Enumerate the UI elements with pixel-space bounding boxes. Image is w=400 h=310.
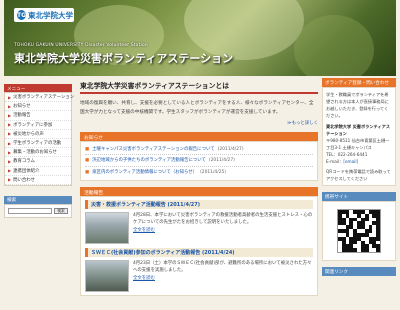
report-item: 災害・救援ボランティア活動報告 (2011/4/27) 4月28日、本学において…	[85, 199, 313, 244]
arrow-icon: ▶	[8, 112, 12, 118]
org-phone: TEL：022-264-6441	[326, 152, 368, 157]
email-label: E-mail：	[326, 159, 344, 164]
nav-heading: メニュー	[4, 84, 72, 92]
sidebar-nav: ▶ 災害ボランティアステーション ▶ お知らせ ▶ 活動報告 ▶ ボランティアに参加 ▶…	[4, 92, 75, 186]
report-text: 4月28日、本学において災害ボランティアの救援活動者高齢者の生活支援とストレス・…	[133, 212, 313, 226]
bullet-icon: ■	[85, 169, 90, 175]
sidebar-item[interactable]: ▶ 連携団体紹介	[5, 167, 71, 176]
news-date: (2011/4/27)	[217, 146, 244, 152]
report-title[interactable]: 災害・救援ボランティア活動報告 (2011/4/27)	[85, 199, 313, 209]
report-item: ＳＷＥＣ(社会貢献)参加のボランティア活動報告 (2011/4/24) 4月23…	[85, 247, 313, 292]
more-link[interactable]: ≫もっと詳しく	[80, 120, 318, 126]
sidebar-item[interactable]: ▶ お知らせ	[5, 102, 71, 112]
search-input[interactable]	[8, 207, 52, 214]
report-text: 4月23日（土）本学のＳＷＥＣ(社会貢献)部が、避難所のある場所において被災され…	[133, 260, 312, 274]
list-item[interactable]: ■ 土曜キャンパス災害ボランティアステーションの報告について (2011/4/27)	[85, 144, 313, 156]
arrow-icon: ▶	[8, 168, 12, 174]
list-item[interactable]: ■ 泉区内のボランティア活動情報について（お知らせ） (2011/4/25)	[85, 167, 313, 178]
search-button[interactable]: 検索	[54, 207, 68, 214]
sidebar-item[interactable]: ▶ 被災地からの声	[5, 130, 71, 139]
left-column: メニュー ▶ 災害ボランティアステーション ▶ お知らせ ▶ 活動報告 ▶ ボランティア…	[4, 84, 75, 218]
search-heading: 検索	[4, 195, 72, 204]
qr-cell	[376, 248, 380, 252]
main-content: 東北学院大学災害ボランティアステーションとは 地域の復興を願い、共育し、支援を必…	[80, 78, 318, 296]
news-date: (2011/4/27)	[208, 157, 235, 163]
sidebar-item-label: お知らせ	[13, 104, 31, 110]
sidebar-item[interactable]: ▶ ボランティアに参加	[5, 121, 71, 130]
bullet-icon: ■	[85, 146, 90, 152]
site-title-jp: 東北学院大学災害ボランティアステーション	[14, 52, 234, 65]
arrow-icon: ▶	[8, 131, 12, 137]
report-list: 災害・救援ボランティア活動報告 (2011/4/27) 4月28日、本学において…	[80, 195, 318, 296]
contact-intro: 学生・教職員でボランティアを希望される方は本人が直接事務局にお越しいただき、登録…	[326, 92, 389, 118]
read-more-link[interactable]: 全文を読む	[133, 228, 155, 233]
logo-mark-icon: TG	[17, 10, 27, 20]
page-title: 東北学院大学災害ボランティアステーションとは	[80, 80, 318, 94]
list-item[interactable]: ■ 浜辺地域からの子供たちのボランティア活動報告について (2011/4/27)	[85, 155, 313, 167]
sidebar-item-label: 問い合わせ	[13, 177, 36, 183]
report-heading: 活動報告	[80, 186, 318, 196]
contact-heading: ボランティア登録・問い合わせ	[322, 78, 396, 87]
sidebar-item-label: 学生ボランティアの活動	[13, 141, 62, 147]
report-photo	[85, 211, 129, 244]
logo-text: 東北学院大学	[28, 10, 74, 20]
site-logo[interactable]: TG 東北学院大学	[14, 8, 74, 22]
sidebar-item[interactable]: ▶ 学生ボランティアの活動	[5, 139, 71, 149]
news-title[interactable]: 土曜キャンパス災害ボランティアステーションの報告について	[92, 146, 214, 152]
email-link[interactable]: [email]	[343, 159, 358, 164]
sidebar-item[interactable]: ▶ 募集・活動のお知らせ	[5, 148, 71, 158]
sidebar-item[interactable]: ▶ 災害ボランティアステーション	[5, 93, 75, 103]
read-more-link[interactable]: 全文を読む	[133, 276, 155, 281]
search-box: 検索	[4, 203, 72, 218]
report-photo	[85, 259, 129, 292]
arrow-icon: ▶	[8, 158, 12, 164]
arrow-icon: ▶	[8, 149, 12, 155]
sidebar-item-label: 活動報告	[13, 113, 31, 119]
sidebar-item-label: 連携団体紹介	[13, 168, 40, 174]
sidebar-item[interactable]: ▶ 教育コラム	[5, 157, 71, 167]
about-text: 地域の復興を願い、共育し、支援を必要としている人とボランティアをする人、様々なボ…	[80, 101, 314, 115]
arrow-icon: ▶	[8, 140, 12, 146]
sidebar-item-label: ボランティアに参加	[13, 122, 53, 128]
sidebar-item-label: 災害ボランティアステーション	[13, 95, 75, 101]
site-header: TG 東北学院大学 TOHOKU GAKUIN UNIVERSITY Disas…	[4, 0, 396, 76]
arrow-icon: ▶	[8, 103, 12, 109]
news-heading: お知らせ	[80, 132, 318, 142]
arrow-icon: ▶	[8, 177, 12, 183]
org-name: 東北学院大学 災害ボランティアステーション	[326, 124, 391, 136]
sidebar-item-label: 募集・活動のお知らせ	[13, 150, 57, 156]
sidebar-item-label: 被災地からの声	[13, 131, 44, 137]
news-title[interactable]: 泉区内のボランティア活動情報について（お知らせ）	[92, 169, 197, 175]
right-column: ボランティア登録・問い合わせ 学生・教職員でボランティアを希望される方は本人が直…	[322, 78, 396, 276]
news-date: (2011/4/25)	[200, 169, 227, 175]
report-title[interactable]: ＳＷＥＣ(社会貢献)参加のボランティア活動報告 (2011/4/24)	[85, 247, 313, 257]
qr-code-icon	[337, 209, 381, 253]
sidebar-item[interactable]: ▶ 活動報告	[5, 111, 71, 121]
site-title-en: TOHOKU GAKUIN UNIVERSITY Disaster Volunt…	[14, 43, 148, 48]
arrow-icon: ▶	[8, 94, 12, 100]
arrow-icon: ▶	[8, 122, 12, 128]
sidebar-item-label: 教育コラム	[13, 159, 35, 165]
news-list: ■ 土曜キャンパス災害ボランティアステーションの報告について (2011/4/27)…	[80, 141, 318, 181]
news-title[interactable]: 浜辺地域からの子供たちのボランティア活動報告について	[92, 157, 206, 163]
mobile-box	[322, 201, 396, 261]
links-heading: 関連リンク	[322, 267, 396, 276]
sidebar-item[interactable]: ▶ 問い合わせ	[5, 176, 71, 185]
mobile-heading: 携帯サイト	[322, 192, 396, 201]
mobile-note: QRコードを携帯電話で読み取ってアクセスしてください	[326, 169, 391, 181]
bullet-icon: ■	[85, 157, 90, 163]
contact-box: 学生・教職員でボランティアを希望される方は本人が直接事務局にお越しいただき、登録…	[322, 87, 396, 186]
org-address: 〒980-8511 仙台市青葉区土樋一丁目3-1 土樋キャンパス	[326, 138, 390, 150]
